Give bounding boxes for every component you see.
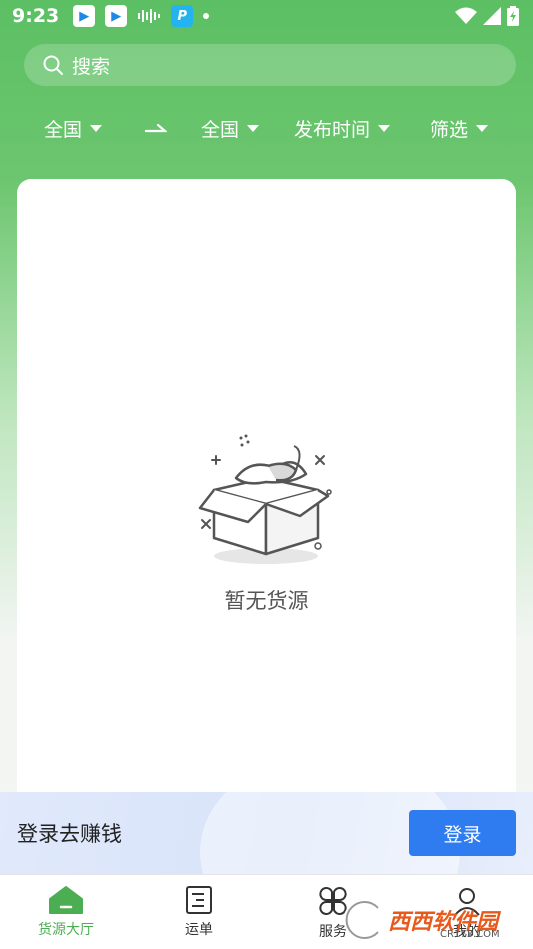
destination-label: 全国 — [201, 118, 240, 141]
home-icon — [49, 886, 83, 914]
empty-box-icon — [198, 434, 332, 564]
tab-waybill-label: 运单 — [185, 922, 213, 938]
direction-arrow-icon — [145, 121, 167, 135]
wifi-icon — [455, 7, 477, 24]
status-bar: 9:23 ▶ ▶ P — [0, 0, 533, 32]
screen-filter-label: 筛选 — [430, 118, 469, 141]
battery-icon — [507, 6, 519, 26]
login-banner: 登录去赚钱 登录 — [0, 792, 533, 874]
watermark-logo: 西西软件园 CR173.COM — [340, 895, 520, 945]
login-button[interactable]: 登录 — [409, 810, 516, 856]
status-time: 9:23 — [12, 5, 60, 27]
app-blue-icon: ▶ — [105, 5, 128, 27]
filter-row: 全国 全国 发布时间 筛选 — [0, 108, 533, 148]
signal-icon — [483, 7, 501, 25]
tab-waybill[interactable]: 运单 — [154, 885, 244, 939]
waybill-icon — [186, 886, 212, 914]
login-banner-label: 登录去赚钱 — [17, 822, 122, 846]
publish-time-filter[interactable]: 发布时间 — [294, 115, 391, 142]
origin-filter[interactable]: 全国 — [44, 115, 103, 142]
search-icon — [43, 55, 63, 75]
dot-icon — [203, 13, 210, 19]
chevron-down-icon — [476, 124, 489, 132]
publish-time-label: 发布时间 — [294, 118, 371, 141]
search-placeholder: 搜索 — [72, 55, 111, 78]
pp-app-icon: P — [171, 5, 194, 27]
arrow-right-icon — [145, 123, 167, 133]
tab-cargo-hall-label: 货源大厅 — [38, 922, 94, 938]
status-right — [455, 6, 519, 26]
search-input[interactable]: 搜索 — [24, 44, 516, 86]
empty-state-text: 暂无货源 — [224, 589, 309, 613]
destination-filter[interactable]: 全国 — [201, 115, 260, 142]
origin-label: 全国 — [44, 118, 83, 141]
tab-cargo-hall[interactable]: 货源大厅 — [21, 885, 111, 939]
chevron-down-icon — [247, 124, 260, 132]
chevron-down-icon — [378, 124, 391, 132]
app-blue-icon: ▶ — [73, 5, 96, 27]
chevron-down-icon — [90, 124, 103, 132]
status-icons: ▶ ▶ P — [73, 5, 210, 27]
screen-filter[interactable]: 筛选 — [430, 115, 489, 142]
audio-wave-icon — [138, 9, 161, 23]
watermark-c-icon — [343, 899, 381, 941]
watermark-sub: CR173.COM — [440, 929, 500, 940]
